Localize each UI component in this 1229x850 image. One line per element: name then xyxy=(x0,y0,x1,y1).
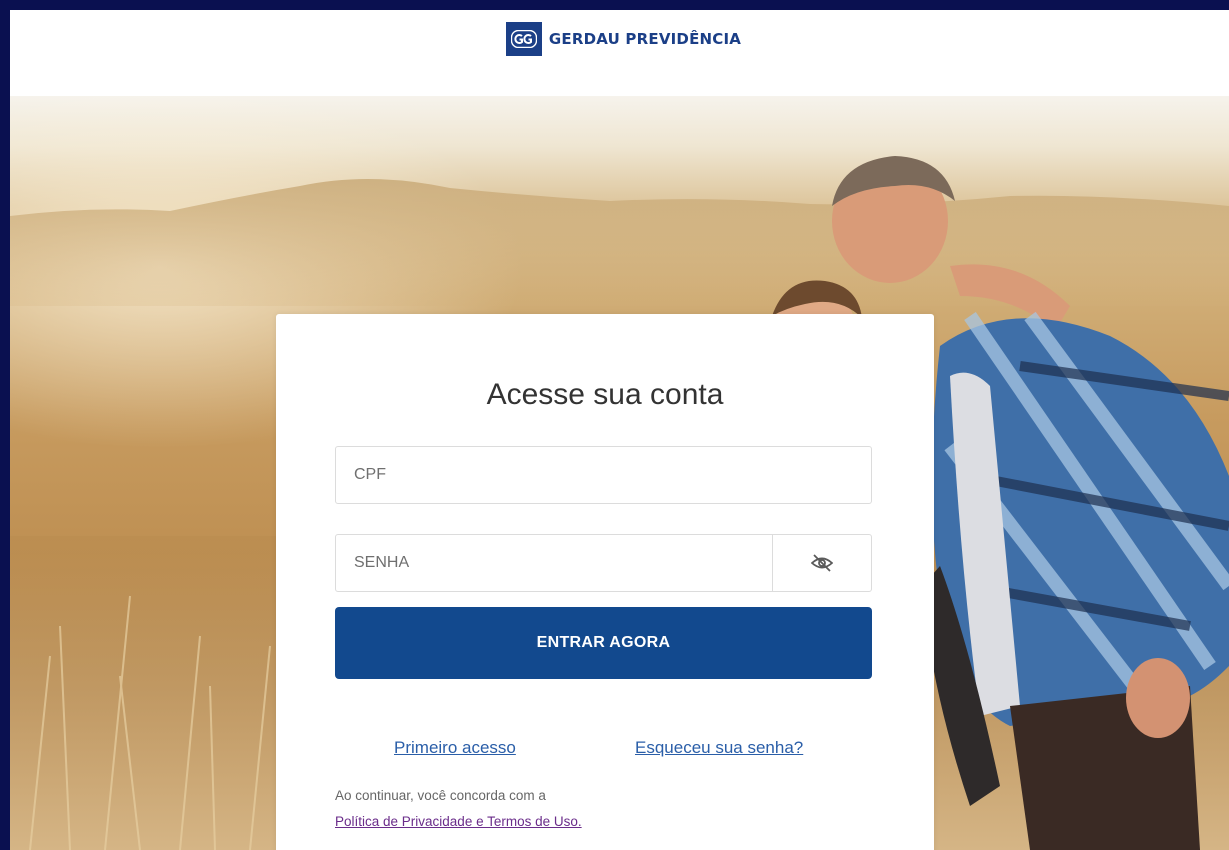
gerdau-logo-text: GERDAU PREVIDÊNCIA xyxy=(548,30,742,48)
cpf-input[interactable] xyxy=(336,447,871,503)
privacy-terms-link[interactable]: Política de Privacidade e Termos de Uso. xyxy=(335,814,582,829)
gerdau-logo[interactable]: GERDAU PREVIDÊNCIA xyxy=(505,22,742,56)
gerdau-logo-mark xyxy=(505,22,542,56)
eye-slash-icon xyxy=(811,554,833,572)
site-header: GERDAU PREVIDÊNCIA xyxy=(10,10,1229,96)
password-input[interactable] xyxy=(336,535,774,591)
cpf-field xyxy=(335,446,872,504)
login-card: Acesse sua conta ENTRAR AGORA Primeiro a… xyxy=(276,314,934,850)
terms-notice: Ao continuar, você concorda com a xyxy=(335,788,546,803)
password-visibility-toggle[interactable] xyxy=(772,535,871,591)
first-access-link[interactable]: Primeiro acesso xyxy=(394,738,516,758)
forgot-password-link[interactable]: Esqueceu sua senha? xyxy=(635,738,803,758)
browser-viewport: GERDAU PREVIDÊNCIA Acesse sua conta CPF … xyxy=(10,10,1229,850)
login-title: Acesse sua conta xyxy=(486,378,724,411)
login-submit-button[interactable]: ENTRAR AGORA xyxy=(335,607,872,679)
gerdau-logo-glyph xyxy=(510,30,537,48)
password-field xyxy=(335,534,872,592)
